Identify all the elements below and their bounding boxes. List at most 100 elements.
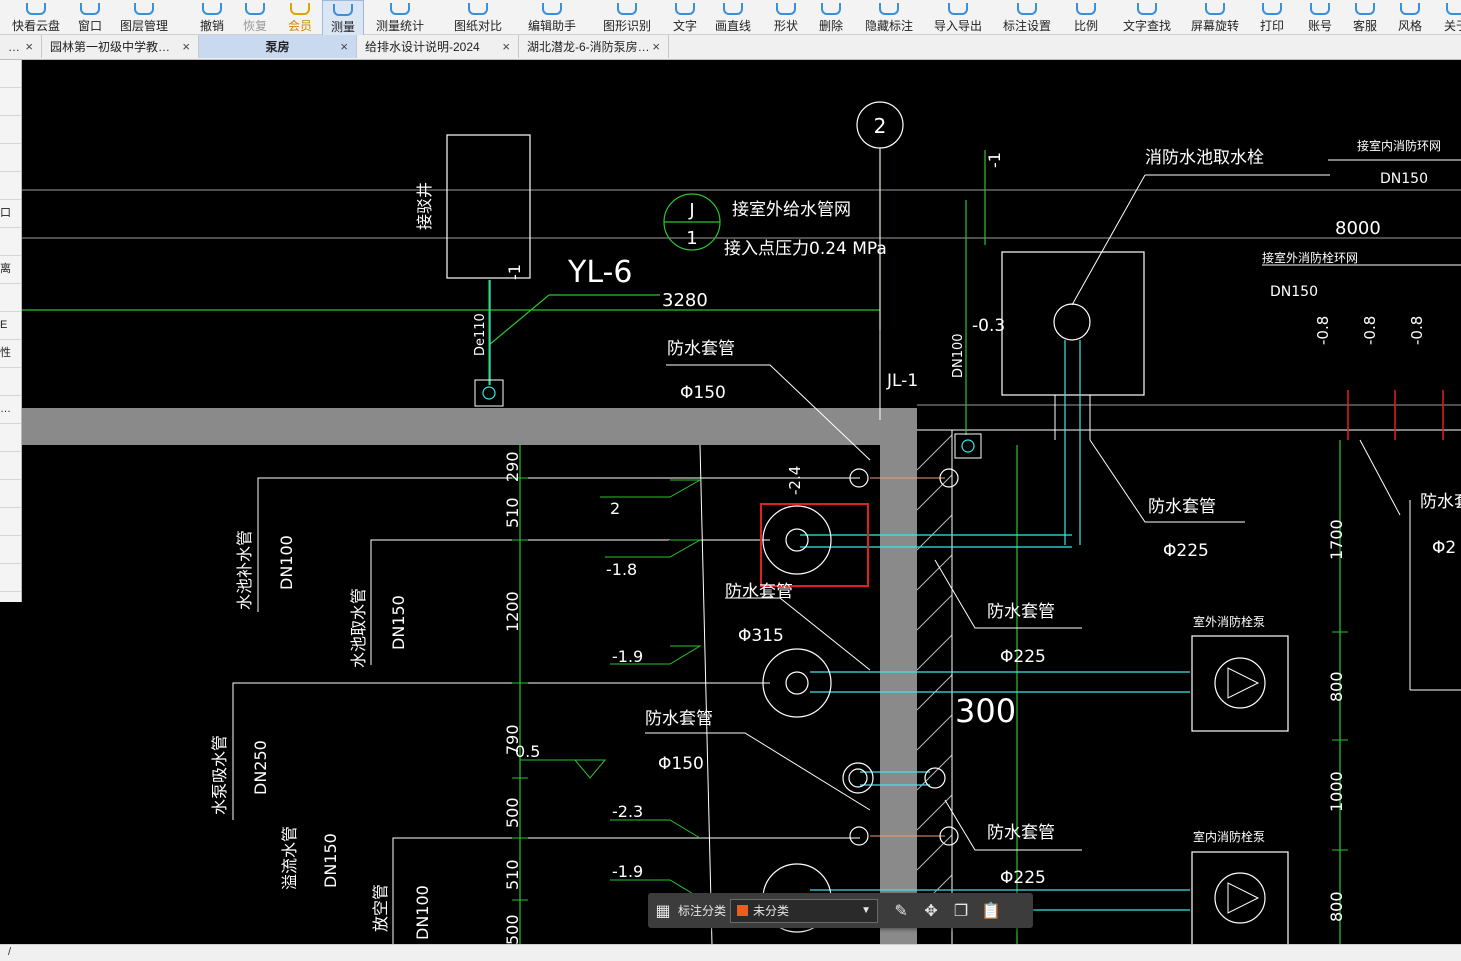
toolbar-scale-button[interactable]: 比例 xyxy=(1066,0,1106,34)
toolbar-text-button[interactable]: 文字 xyxy=(665,0,705,34)
drawing-label: DN150 xyxy=(1380,171,1428,187)
drawing-label: -0.3 xyxy=(972,316,1005,336)
toolbar-search-button[interactable]: 文字查找 xyxy=(1115,0,1179,34)
toolbar-account-button[interactable]: 账号 xyxy=(1300,0,1340,34)
left-panel-row[interactable]: 离 xyxy=(0,256,21,284)
toolbar-shape-button[interactable]: 形状 xyxy=(766,0,806,34)
drawing-label: 接室外给水管网 xyxy=(732,200,851,220)
redo-icon xyxy=(245,3,265,15)
drawing-label: 放空管 xyxy=(371,884,390,932)
left-panel-row[interactable]: 性 xyxy=(0,340,21,368)
toolbar-label: 图纸对比 xyxy=(454,19,503,33)
ruler-icon xyxy=(333,4,353,16)
drawing-label: -1 xyxy=(505,264,524,280)
toolbar-line-button[interactable]: 画直线 xyxy=(707,0,759,34)
toolbar-undo-button[interactable]: 撤销 xyxy=(192,0,232,34)
toolbar-stats-button[interactable]: 测量统计 xyxy=(368,0,432,34)
toolbar-label: 打印 xyxy=(1260,19,1285,33)
line-icon xyxy=(723,3,743,15)
toolbar-layers-button[interactable]: 图层管理 xyxy=(112,0,176,34)
category-color-swatch xyxy=(737,905,749,916)
toolbar-crown-button[interactable]: 会员 xyxy=(280,0,320,34)
left-panel-row[interactable] xyxy=(0,564,21,592)
document-tab[interactable]: 泵房 × xyxy=(199,35,357,58)
toolbar-hide-button[interactable]: 隐藏标注 xyxy=(857,0,921,34)
close-icon[interactable]: × xyxy=(652,39,660,54)
document-tab[interactable]: 给排水设计说明-2024 × xyxy=(357,35,519,58)
document-tab[interactable]: 园林第一初级中学教… × xyxy=(42,35,199,58)
left-panel-row[interactable] xyxy=(0,144,21,172)
toolbar-import-export-button[interactable]: 导入导出 xyxy=(926,0,990,34)
left-panel-row[interactable] xyxy=(0,172,21,200)
cad-canvas[interactable]: 2 J 1 接室外给水管网接入点压力0.24 MPaYL-63280接驳井De1… xyxy=(0,60,1461,945)
close-icon[interactable]: × xyxy=(340,39,348,54)
toolbar-compare-button[interactable]: 图纸对比 xyxy=(446,0,510,34)
grid-icon[interactable]: ▦ xyxy=(648,893,678,928)
toolbar-label: 测量统计 xyxy=(376,19,425,33)
toolbar-recognize-button[interactable]: 图形识别 xyxy=(595,0,659,34)
drawing-label: 接入点压力0.24 MPa xyxy=(724,239,887,259)
drawing-label: 1000 xyxy=(1327,771,1346,812)
toolbar-delete-button[interactable]: 删除 xyxy=(811,0,851,34)
paste-icon[interactable]: 📋 xyxy=(976,893,1006,928)
toolbar-ruler-button[interactable]: 测量 xyxy=(322,0,365,36)
toolbar-redo-button[interactable]: 恢复 xyxy=(235,0,275,34)
close-icon[interactable]: × xyxy=(182,39,190,54)
toolbar-cloud-button[interactable]: 快看云盘 xyxy=(4,0,68,34)
annotation-category-label: 标注分类 xyxy=(678,904,727,918)
left-panel-row[interactable]: E xyxy=(0,312,21,340)
toolbar-about-button[interactable]: 关于 xyxy=(1436,0,1461,34)
left-panel-row[interactable]: … xyxy=(0,396,21,424)
toolbar-label: 恢复 xyxy=(243,19,268,33)
left-panel-row[interactable] xyxy=(0,536,21,564)
drawing-label: 水泵吸水管 xyxy=(210,735,229,815)
toolbar-label: 画直线 xyxy=(715,19,752,33)
edit-icon[interactable]: ✎ xyxy=(886,893,916,928)
drawing-label: De110 xyxy=(473,313,488,356)
document-tab[interactable]: … × xyxy=(0,35,42,58)
drawing-label: -0.8 xyxy=(1408,316,1426,345)
status-text: / xyxy=(8,946,12,958)
left-panel-row[interactable] xyxy=(0,60,21,88)
toolbar-window-button[interactable]: 窗口 xyxy=(70,0,110,34)
left-panel-row[interactable] xyxy=(0,452,21,480)
toolbar-label: 账号 xyxy=(1308,19,1333,33)
toolbar-settings-button[interactable]: 标注设置 xyxy=(995,0,1059,34)
toolbar-label: 屏幕旋转 xyxy=(1191,19,1240,33)
toolbar-label: 撤销 xyxy=(200,19,225,33)
tab-label: 泵房 xyxy=(265,40,290,54)
wall-horizontal xyxy=(21,408,917,445)
left-panel-row[interactable] xyxy=(0,228,21,256)
toolbar-rotate-button[interactable]: 屏幕旋转 xyxy=(1183,0,1247,34)
drawing-label: DN100 xyxy=(413,885,432,940)
toolbar-label: 关于 xyxy=(1444,19,1461,33)
left-panel-row[interactable]: 口 xyxy=(0,200,21,228)
toolbar-label: 文字 xyxy=(673,19,698,33)
left-panel-row[interactable] xyxy=(0,368,21,396)
toolbar-print-button[interactable]: 打印 xyxy=(1252,0,1292,34)
edit-icon xyxy=(542,3,562,15)
account-icon xyxy=(1310,3,1330,15)
left-panel-row[interactable] xyxy=(0,424,21,452)
drawing-label: 1200 xyxy=(503,591,522,632)
drawing-label: -0.8 xyxy=(1314,316,1332,345)
annotation-category-select[interactable]: 未分类 ▼ xyxy=(730,898,879,923)
drawing-label: 300 xyxy=(955,692,1016,730)
toolbar-label: 编辑助手 xyxy=(528,19,577,33)
toolbar-label: 会员 xyxy=(288,19,313,33)
left-panel-row[interactable] xyxy=(0,88,21,116)
left-panel-row[interactable] xyxy=(0,480,21,508)
toolbar-edit-button[interactable]: 编辑助手 xyxy=(520,0,584,34)
drawing-label: 水池补水管 xyxy=(235,530,254,610)
close-icon[interactable]: × xyxy=(502,39,510,54)
left-panel-row[interactable] xyxy=(0,116,21,144)
copy-icon[interactable]: ❐ xyxy=(946,893,976,928)
document-tab[interactable]: 湖北潜龙-6-消防泵房… × xyxy=(519,35,669,58)
move-icon[interactable]: ✥ xyxy=(916,893,946,928)
close-icon[interactable]: × xyxy=(25,39,33,54)
window-icon xyxy=(80,3,100,15)
toolbar-style-button[interactable]: 风格 xyxy=(1390,0,1430,34)
left-panel-row[interactable] xyxy=(0,508,21,536)
left-panel-row[interactable] xyxy=(0,284,21,312)
toolbar-service-button[interactable]: 客服 xyxy=(1345,0,1385,34)
